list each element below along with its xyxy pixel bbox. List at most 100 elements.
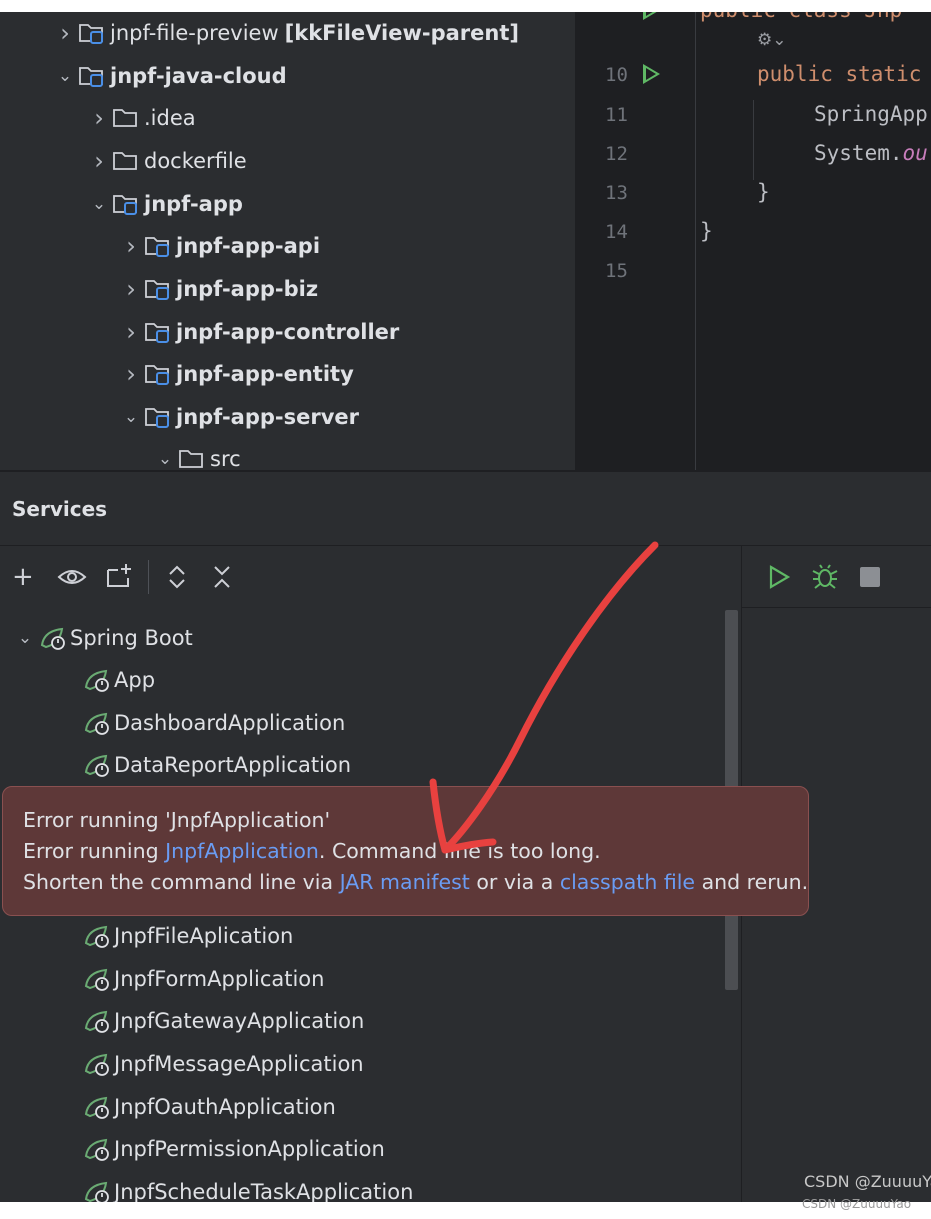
add-service-icon[interactable]: + (12, 562, 34, 592)
chevron-down-icon[interactable]: ⌄ (152, 449, 178, 469)
error-text: and rerun. (695, 870, 809, 894)
spring-boot-icon (82, 666, 114, 694)
chevron-right-icon[interactable]: › (52, 19, 78, 47)
service-item[interactable]: JnpfGatewayApplication (82, 1003, 364, 1039)
indent-guide (753, 100, 754, 180)
code-line-brace: } (700, 219, 713, 243)
spring-boot-icon (82, 1007, 114, 1035)
project-tree-item[interactable]: › .idea (86, 101, 195, 135)
line-number: 11 (605, 104, 628, 126)
service-item[interactable]: JnpfMessageApplication (82, 1046, 364, 1082)
line-number: 14 (605, 221, 628, 243)
project-tree-label: jnpf-app-controller (176, 320, 400, 344)
service-item[interactable]: DashboardApplication (82, 705, 345, 741)
module-folder-icon (144, 277, 174, 301)
error-line-3: Shorten the command line via JAR manifes… (23, 867, 808, 898)
new-tab-icon[interactable] (104, 562, 134, 597)
code-editor[interactable]: public class Jnp ⚙⌄ 10 11 12 13 14 15 pu… (575, 12, 931, 470)
service-item-label: DataReportApplication (114, 753, 352, 777)
service-item-label: DashboardApplication (114, 711, 346, 735)
project-tree-item[interactable]: › jnpf-app-api (118, 229, 320, 263)
service-item[interactable]: JnpfFileAplication (82, 918, 293, 954)
service-item[interactable]: App (82, 662, 155, 698)
debug-icon-svg (812, 564, 838, 589)
chevron-down-icon[interactable]: ⌄ (52, 66, 78, 86)
spring-boot-icon (82, 1135, 114, 1163)
bean-icon[interactable]: ⚙⌄ (757, 30, 786, 50)
chevron-right-icon[interactable]: › (86, 104, 112, 132)
project-tree-label: jnpf-file-preview (110, 21, 279, 45)
project-tree-label: jnpf-app-server (176, 405, 360, 429)
error-text: Shorten the command line via (23, 870, 340, 894)
chevron-right-icon[interactable]: › (118, 360, 144, 388)
jnpf-application-link[interactable]: JnpfApplication (165, 839, 319, 863)
service-item[interactable]: JnpfFormApplication (82, 961, 324, 997)
stop-icon[interactable] (860, 567, 880, 587)
service-item-label: JnpfFileAplication (114, 924, 294, 948)
run-icon[interactable] (766, 563, 792, 598)
code-line-brace: } (757, 180, 770, 204)
project-tree-label: jnpf-app (144, 192, 243, 216)
gutter-divider (695, 12, 696, 470)
service-item-label: JnpfScheduleTaskApplication (114, 1180, 414, 1204)
chevron-right-icon[interactable]: › (118, 318, 144, 346)
service-item[interactable]: JnpfPermissionApplication (82, 1131, 385, 1167)
project-tree-item[interactable]: › jnpf-app-biz (118, 272, 318, 306)
project-tree-item[interactable]: ⌄ jnpf-app (86, 187, 243, 221)
collapse-all-icon[interactable] (210, 563, 234, 598)
divider (741, 607, 931, 608)
project-tree-item[interactable]: › dockerfile (86, 144, 247, 178)
expand-all-icon-svg (169, 565, 185, 589)
service-item-label: JnpfOauthApplication (114, 1095, 336, 1119)
folder-icon (178, 447, 208, 470)
classpath-file-link[interactable]: classpath file (560, 870, 695, 894)
spring-boot-icon (82, 709, 114, 737)
line-number: 10 (605, 64, 628, 86)
toolbar-separator (148, 560, 149, 594)
service-item[interactable]: JnpfOauthApplication (82, 1089, 336, 1125)
service-item[interactable]: DataReportApplication (82, 747, 351, 783)
jar-manifest-link[interactable]: JAR manifest (340, 870, 470, 894)
spring-boot-icon (38, 624, 70, 652)
eye-icon[interactable] (56, 563, 88, 598)
chevron-down-icon[interactable]: ⌄ (86, 194, 112, 214)
chevron-right-icon[interactable]: › (118, 275, 144, 303)
new-tab-icon-svg (107, 564, 131, 587)
line-number: 15 (605, 260, 628, 282)
spring-boot-group[interactable]: ⌄ Spring Boot (12, 620, 193, 656)
project-tree-item[interactable]: ⌄ jnpf-app-server (118, 400, 359, 434)
error-balloon: Error running 'JnpfApplication' Error ru… (2, 786, 809, 916)
error-title: Error running 'JnpfApplication' (23, 808, 331, 832)
project-tree-item[interactable]: › jnpf-app-entity (118, 357, 354, 391)
project-tree-label: jnpf-app-api (176, 234, 321, 258)
project-tree-item[interactable]: ⌄ src (152, 442, 241, 470)
project-tree-item[interactable]: › jnpf-app-controller (118, 315, 399, 349)
expand-all-icon[interactable] (165, 563, 189, 598)
spring-boot-icon (82, 1050, 114, 1078)
module-folder-icon (144, 320, 174, 344)
chevron-down-icon[interactable]: ⌄ (12, 628, 38, 648)
project-tree-item[interactable]: ⌄ jnpf-java-cloud (52, 59, 287, 93)
folder-icon (112, 149, 142, 173)
service-item-label: JnpfMessageApplication (114, 1052, 364, 1076)
code-line-springapp: SpringApp (814, 102, 928, 126)
run-main-icon[interactable] (643, 64, 660, 84)
module-folder-icon (144, 405, 174, 429)
chevron-right-icon[interactable]: › (118, 232, 144, 260)
run-class-icon[interactable] (643, 12, 660, 20)
spring-boot-icon (82, 922, 114, 950)
eye-icon-svg (57, 570, 87, 584)
code-system-text: System. (814, 141, 903, 165)
chevron-right-icon[interactable]: › (86, 147, 112, 175)
module-folder-icon (144, 362, 174, 386)
error-text: or via a (469, 870, 560, 894)
spring-boot-icon (82, 1093, 114, 1121)
error-text: Error running (23, 839, 166, 863)
project-tree-item[interactable]: › jnpf-file-preview [kkFileView-parent] (52, 16, 519, 50)
watermark-text: CSDN @ZuuuuYa (804, 1172, 931, 1191)
module-folder-icon (78, 21, 108, 45)
debug-icon[interactable] (810, 563, 840, 598)
project-tree-label: jnpf-app-biz (176, 277, 319, 301)
chevron-down-icon[interactable]: ⌄ (118, 407, 144, 427)
panel-divider[interactable] (0, 470, 931, 472)
